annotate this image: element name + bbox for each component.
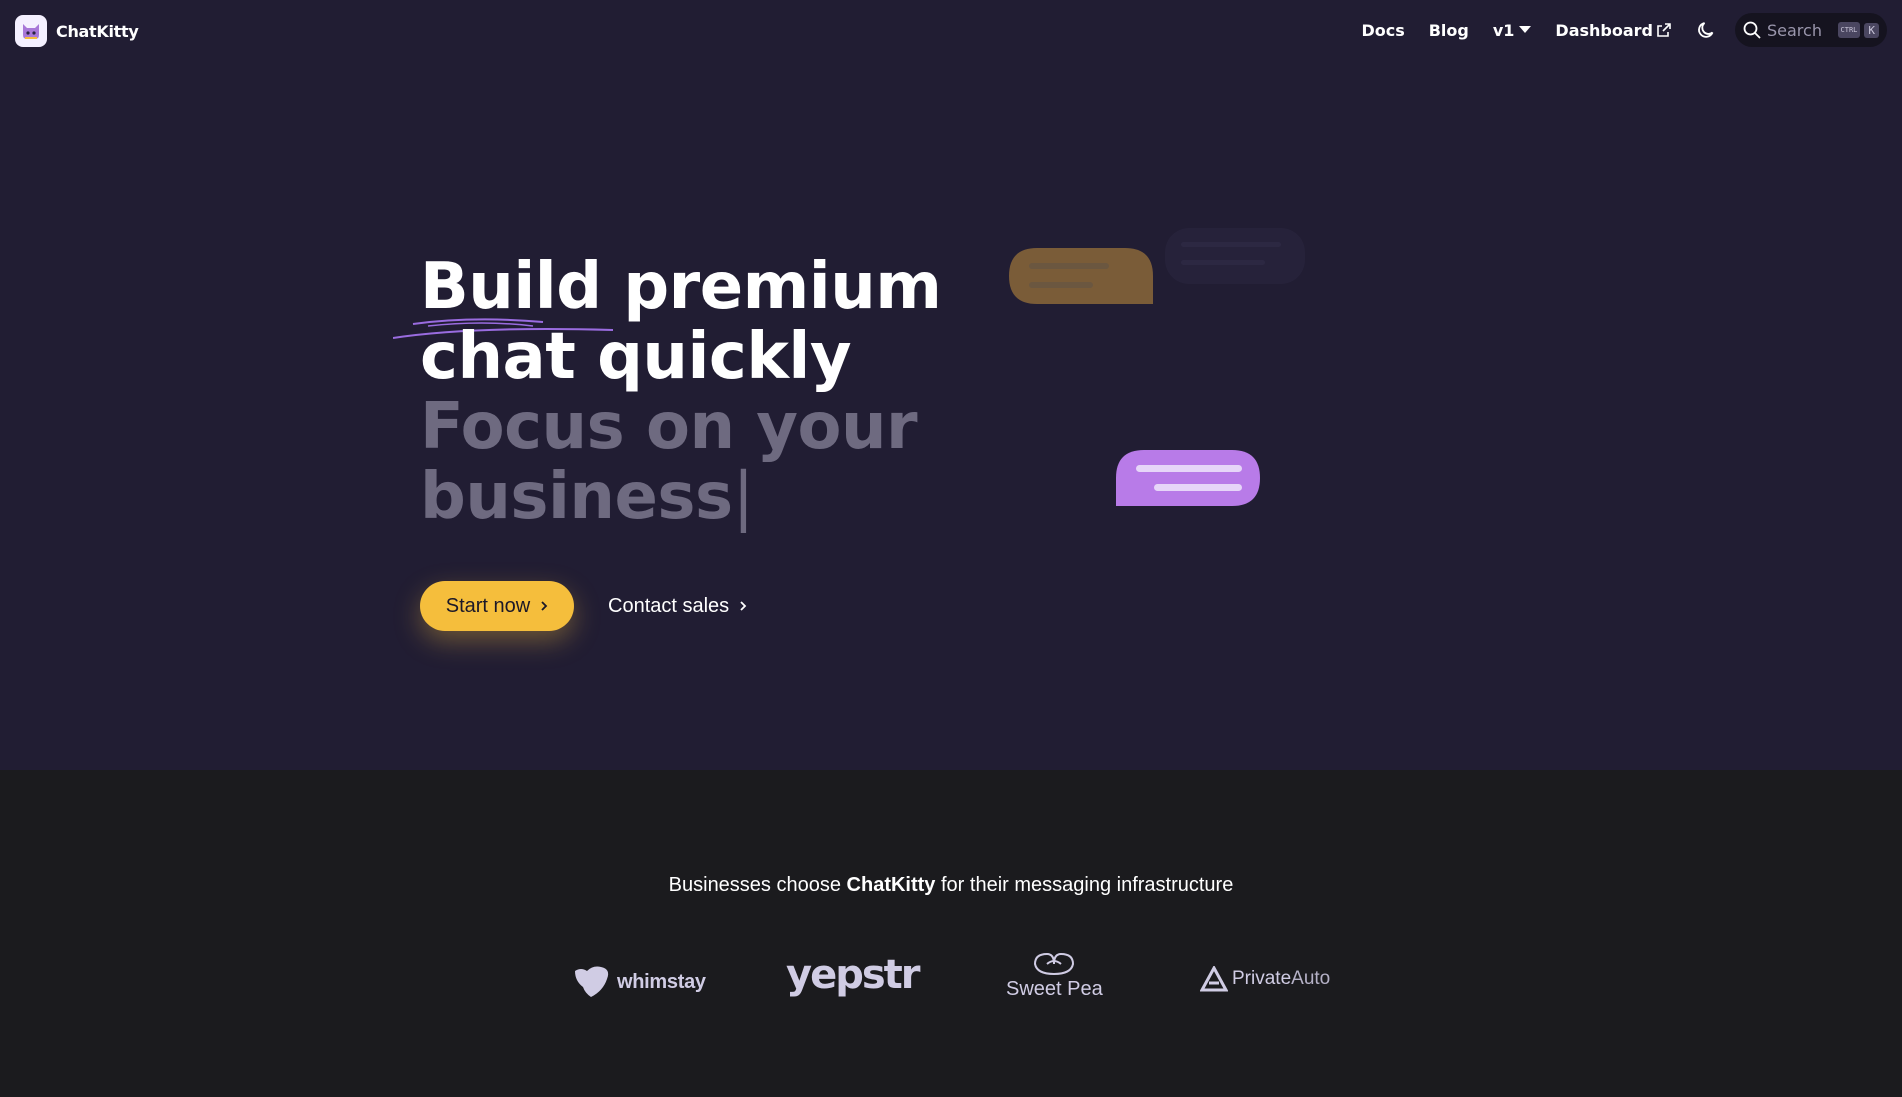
contact-sales-link[interactable]: Contact sales	[608, 581, 747, 631]
nav-link-docs[interactable]: Docs	[1361, 21, 1404, 40]
whimstay-icon	[575, 966, 609, 997]
tagline-suffix: for their messaging infrastructure	[935, 874, 1234, 896]
external-link-icon	[1657, 23, 1671, 37]
yepstr-logo: yepstr	[786, 952, 920, 998]
privateauto-wordmark-auto: Auto	[1291, 968, 1331, 989]
customers-tagline: Businesses choose ChatKitty for their me…	[0, 874, 1902, 897]
privateauto-wordmark-private: Private	[1232, 968, 1292, 989]
whimstay-logo: whimstay	[573, 965, 706, 999]
version-dropdown[interactable]: v1	[1493, 21, 1532, 40]
dashboard-label: Dashboard	[1555, 20, 1653, 40]
nav-link-dashboard[interactable]: Dashboard	[1555, 21, 1671, 40]
chatkitty-logo-icon	[15, 15, 47, 47]
moon-icon	[1698, 22, 1714, 38]
search-icon	[1743, 21, 1761, 39]
chat-bubble-orange	[1009, 248, 1153, 304]
customers-section: Businesses choose ChatKitty for their me…	[0, 770, 1902, 1097]
start-now-label: Start now	[445, 594, 531, 617]
nav-link-blog[interactable]: Blog	[1429, 21, 1469, 40]
sweetpea-icon	[1034, 952, 1075, 975]
top-navbar: ChatKitty Docs Blog v1 Dashboard Search …	[0, 0, 1902, 60]
chat-bubble-faded	[1165, 228, 1305, 284]
start-now-button[interactable]: Start now	[420, 581, 574, 631]
kbd-ctrl: CTRL	[1837, 22, 1861, 38]
sweetpea-wordmark: Sweet Pea	[1006, 978, 1103, 1000]
hero-subtitle-line-2: business	[420, 460, 733, 534]
brand-link[interactable]: ChatKitty	[15, 15, 139, 47]
kbd-k: K	[1864, 22, 1879, 38]
version-label: v1	[1492, 20, 1515, 40]
sweetpea-logo: Sweet Pea	[1006, 950, 1103, 1001]
privateauto-icon	[1200, 966, 1228, 992]
theme-toggle-button[interactable]	[1695, 18, 1719, 42]
chevron-right-icon	[740, 601, 747, 611]
typing-cursor: |	[732, 460, 755, 534]
contact-sales-label: Contact sales	[608, 594, 730, 617]
yepstr-wordmark: yepstr	[786, 952, 920, 998]
hero-subtitle-line-1: Focus on your	[420, 390, 918, 464]
tagline-brand: ChatKitty	[846, 874, 936, 896]
search-placeholder: Search	[1767, 20, 1822, 40]
chat-bubble-purple	[1116, 450, 1260, 506]
hero-title-line-2: chat quickly	[420, 320, 852, 394]
hero-heading: Build premium chat quickly Focus on your…	[420, 252, 980, 532]
chevron-down-icon	[1519, 26, 1532, 33]
hero-title-line-1: Build premium	[420, 250, 942, 324]
tagline-prefix: Businesses choose	[668, 874, 847, 896]
whimstay-wordmark: whimstay	[617, 970, 706, 993]
chevron-right-icon	[541, 601, 548, 611]
privateauto-logo: Private Auto	[1200, 966, 1330, 992]
brand-name: ChatKitty	[56, 21, 139, 41]
search-button[interactable]: Search CTRL K	[1735, 13, 1887, 47]
